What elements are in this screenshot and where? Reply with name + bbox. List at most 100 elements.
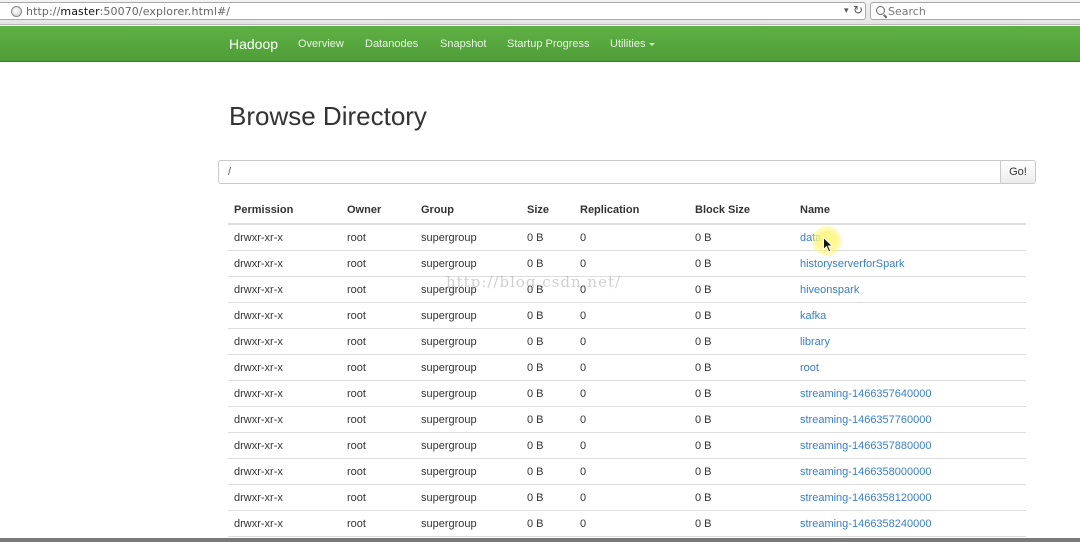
url-text[interactable]: http://master:50070/explorer.html#/ [26, 5, 230, 18]
nav-utilities-dropdown[interactable]: Utilities [610, 38, 656, 50]
cell-owner: root [341, 432, 415, 459]
cell-replication: 0 [574, 432, 689, 459]
browser-toolbar: http://master:50070/explorer.html#/ ▾ ↻ [0, 0, 1080, 25]
directory-link[interactable]: streaming-1466357760000 [800, 414, 932, 426]
directory-path-input[interactable] [218, 160, 1001, 184]
table-row: drwxr-xr-x root supergroup 0 B00 Bstreaming… [228, 380, 1026, 407]
table-row: drwxr-xr-x root supergroup 0 B00 Bstreaming… [228, 484, 1026, 511]
directory-link[interactable]: kafka [800, 310, 826, 322]
cell-owner: root [341, 276, 415, 303]
column-header-replication[interactable]: Replication [574, 197, 689, 225]
cell-block-size: 0 B [689, 302, 794, 329]
cell-owner: root [341, 328, 415, 355]
cell-block-size: 0 B [689, 328, 794, 355]
cell-owner: root [341, 354, 415, 381]
cell-permission: drwxr-xr-x [228, 302, 341, 329]
cell-block-size: 0 B [689, 354, 794, 381]
table-row: drwxr-xr-x root supergroup 0 B00 Bhistoryse… [228, 250, 1026, 277]
address-bar[interactable]: http://master:50070/explorer.html#/ ▾ ↻ [0, 2, 866, 20]
cell-replication: 0 [574, 510, 689, 537]
cell-size: 0 B [521, 328, 574, 355]
table-row: drwxr-xr-x root supergroup 0 B00 Bdata [228, 224, 1026, 251]
directory-listing-table: Permission Owner Group Size Replication … [228, 197, 1026, 537]
nav-snapshot[interactable]: Snapshot [440, 38, 486, 50]
column-header-block-size[interactable]: Block Size [689, 197, 794, 225]
nav-startup-progress[interactable]: Startup Progress [507, 38, 590, 50]
cell-permission: drwxr-xr-x [228, 224, 341, 251]
cell-replication: 0 [574, 250, 689, 277]
cell-permission: drwxr-xr-x [228, 406, 341, 433]
cell-group: supergroup [415, 380, 521, 407]
cell-replication: 0 [574, 406, 689, 433]
column-header-group[interactable]: Group [415, 197, 521, 225]
cell-name: kafka [794, 302, 1026, 329]
cell-name: streaming-1466358000000 [794, 458, 1026, 485]
cell-block-size: 0 B [689, 276, 794, 303]
table-row: drwxr-xr-x root supergroup 0 B00 Bkafka [228, 302, 1026, 329]
cell-replication: 0 [574, 224, 689, 251]
cell-name: streaming-1466357640000 [794, 380, 1026, 407]
cell-permission: drwxr-xr-x [228, 354, 341, 381]
cell-owner: root [341, 406, 415, 433]
go-button[interactable]: Go! [1000, 160, 1036, 184]
directory-link[interactable]: data [800, 232, 821, 244]
directory-link[interactable]: streaming-1466357880000 [800, 440, 932, 452]
table-header-row: Permission Owner Group Size Replication … [228, 197, 1026, 225]
nav-datanodes[interactable]: Datanodes [365, 38, 418, 50]
cell-block-size: 0 B [689, 380, 794, 407]
cell-block-size: 0 B [689, 250, 794, 277]
url-host: master [60, 5, 100, 18]
cell-group: supergroup [415, 406, 521, 433]
column-header-name[interactable]: Name [794, 197, 1026, 225]
cell-permission: drwxr-xr-x [228, 510, 341, 537]
page-title: Browse Directory [229, 101, 427, 131]
cell-permission: drwxr-xr-x [228, 380, 341, 407]
browser-search-box[interactable] [870, 2, 1080, 20]
globe-icon [11, 6, 22, 17]
cell-block-size: 0 B [689, 458, 794, 485]
cell-size: 0 B [521, 354, 574, 381]
table-row: drwxr-xr-x root supergroup 0 B00 Bstreaming… [228, 432, 1026, 459]
directory-link[interactable]: streaming-1466358000000 [800, 466, 932, 478]
directory-link[interactable]: streaming-1466357640000 [800, 388, 932, 400]
directory-link[interactable]: root [800, 362, 819, 374]
window-bottom-edge [0, 538, 1080, 542]
cell-size: 0 B [521, 510, 574, 537]
cell-group: supergroup [415, 276, 521, 303]
cell-block-size: 0 B [689, 484, 794, 511]
directory-link[interactable]: streaming-1466358120000 [800, 492, 932, 504]
directory-link[interactable]: hiveonspark [800, 284, 859, 296]
directory-link[interactable]: historyserverforSpark [800, 258, 905, 270]
cell-replication: 0 [574, 302, 689, 329]
cell-replication: 0 [574, 354, 689, 381]
chevron-down-icon[interactable]: ▾ [844, 5, 849, 16]
cell-block-size: 0 B [689, 432, 794, 459]
cell-size: 0 B [521, 250, 574, 277]
cell-size: 0 B [521, 224, 574, 251]
search-input[interactable] [888, 4, 1068, 18]
cell-owner: root [341, 458, 415, 485]
column-header-permission[interactable]: Permission [228, 197, 341, 225]
cell-permission: drwxr-xr-x [228, 458, 341, 485]
cell-permission: drwxr-xr-x [228, 484, 341, 511]
column-header-owner[interactable]: Owner [341, 197, 415, 225]
cell-replication: 0 [574, 328, 689, 355]
nav-overview[interactable]: Overview [298, 38, 344, 50]
cell-group: supergroup [415, 484, 521, 511]
directory-link[interactable]: library [800, 336, 830, 348]
directory-link[interactable]: streaming-1466358240000 [800, 518, 932, 530]
cell-owner: root [341, 380, 415, 407]
cell-owner: root [341, 250, 415, 277]
table-row: drwxr-xr-x root supergroup 0 B00 Broot [228, 354, 1026, 381]
reload-icon[interactable]: ↻ [853, 3, 863, 17]
table-row: drwxr-xr-x root supergroup 0 B00 Bstreaming… [228, 510, 1026, 537]
column-header-size[interactable]: Size [521, 197, 574, 225]
navbar-brand[interactable]: Hadoop [229, 36, 278, 52]
cell-owner: root [341, 302, 415, 329]
cell-name: data [794, 224, 1026, 251]
table-row: drwxr-xr-x root supergroup 0 B00 Bstreaming… [228, 406, 1026, 433]
cell-group: supergroup [415, 250, 521, 277]
cell-name: root [794, 354, 1026, 381]
cell-block-size: 0 B [689, 510, 794, 537]
cell-name: streaming-1466357880000 [794, 432, 1026, 459]
